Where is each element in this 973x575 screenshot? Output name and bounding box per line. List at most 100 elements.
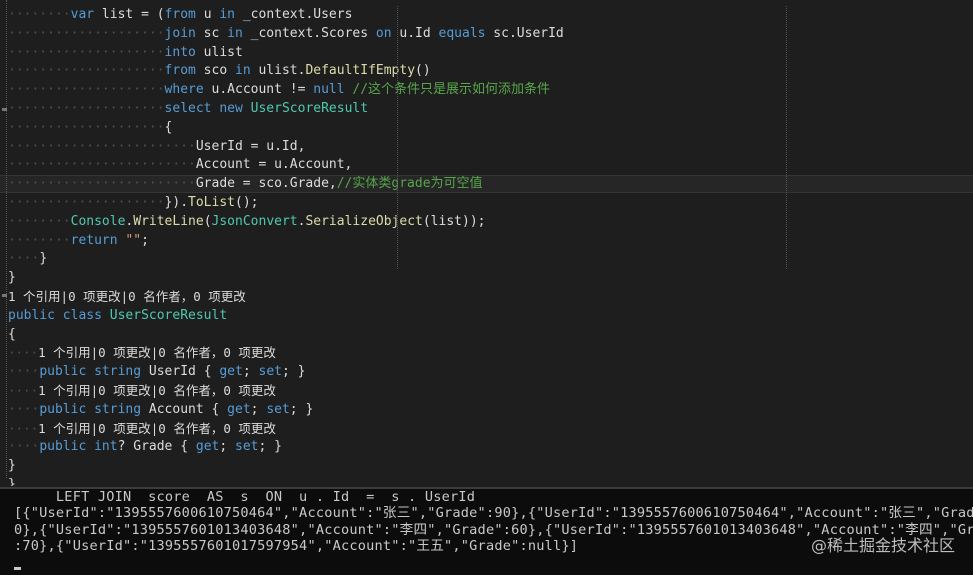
code-token: //这个条件只是展示如何添加条件: [352, 82, 551, 98]
code-token: ulist.: [250, 63, 306, 79]
indent-dots: ····················: [8, 82, 165, 98]
code-token: from: [164, 7, 196, 22]
code-token: }: [8, 477, 16, 486]
code-token: sc.UserId: [485, 25, 564, 41]
code-token: 1 个引用|0 项更改|0 名作者，0 项更改: [38, 345, 276, 361]
code-token: }: [39, 251, 48, 267]
code-token: public: [39, 364, 87, 380]
watermark: @稀土掘金技术社区: [810, 536, 955, 555]
indent-dots: ····················: [8, 25, 165, 41]
code-token: }: [8, 458, 16, 474]
code-token: }: [8, 270, 16, 286]
indent-dots: ····: [8, 364, 40, 380]
code-token: UserScoreResult: [250, 101, 369, 116]
code-token: UserScoreResult: [109, 307, 228, 323]
code-token: Grade = sco.Grade,: [195, 176, 337, 192]
code-line: ····················join sc in _context.…: [0, 25, 973, 43]
code-line: ····················from sco in ulist.De…: [0, 62, 973, 80]
code-token: u.Id: [391, 25, 439, 41]
code-line: ····public string UserId { get; set; }: [0, 363, 973, 381]
codelens-info[interactable]: ····1 个引用|0 项更改|0 名作者，0 项更改: [0, 382, 973, 400]
code-token: get: [227, 401, 251, 417]
code-token: ToList: [188, 195, 235, 210]
code-token: Account {: [141, 401, 228, 417]
code-token: ? Grade {: [117, 439, 196, 455]
indent-dots: ························: [8, 176, 196, 192]
code-token: get: [219, 364, 243, 380]
code-token: 1 个引用|0 项更改|0 名作者，0 项更改: [8, 289, 246, 304]
code-line: ····················into ulist: [0, 44, 973, 62]
console-cursor: [14, 567, 21, 570]
code-token: JsonConvert: [211, 213, 298, 229]
code-token: get: [195, 439, 220, 455]
code-token: "": [125, 232, 142, 248]
indent-guide: [397, 6, 399, 270]
code-token: public: [39, 401, 87, 417]
indent-dots: ········: [8, 7, 71, 22]
indent-dots: ····: [8, 345, 39, 361]
indent-dots: ····················: [8, 101, 165, 116]
code-token: on: [375, 25, 392, 41]
console-line: :70},{"UserId":"1395557601017597954","Ac…: [14, 538, 579, 554]
code-token: public: [8, 307, 55, 323]
code-token: _context.Scores: [242, 25, 376, 41]
collapse-marker-icon[interactable]: [2, 294, 7, 297]
code-line: ········var list = (from u in _context.U…: [0, 6, 973, 24]
code-token: }).: [164, 195, 189, 210]
indent-dots: ····: [8, 401, 40, 417]
code-token: u: [195, 7, 220, 22]
codelens-info[interactable]: ····1 个引用|0 项更改|0 名作者，0 项更改: [0, 420, 973, 438]
code-token: set: [258, 364, 282, 380]
code-token: from: [164, 63, 196, 79]
code-line: ····················select new UserScore…: [0, 100, 973, 118]
code-token: 1 个引用|0 项更改|0 名作者，0 项更改: [38, 383, 276, 398]
code-line: ····public string Account { get; set; }: [0, 401, 973, 419]
code-line: ························UserId = u.Id,: [0, 138, 973, 156]
code-token: in: [235, 63, 251, 79]
code-token: sco: [195, 63, 235, 79]
code-line: }: [0, 476, 973, 486]
code-token: string: [94, 401, 142, 417]
code-token: ;: [219, 439, 236, 455]
indent-dots: ····: [8, 383, 39, 398]
code-token: select: [164, 101, 212, 116]
code-line: ········Console.WriteLine(JsonConvert.Se…: [0, 213, 973, 231]
codelens-info[interactable]: ····1 个引用|0 项更改|0 名作者，0 项更改: [0, 344, 973, 362]
code-token: (: [203, 213, 212, 229]
code-token: return: [70, 232, 118, 248]
code-token: u.Account !=: [203, 82, 314, 98]
code-token: ; }: [281, 364, 306, 380]
code-token: ; }: [289, 401, 314, 417]
console-output-window[interactable]: LEFT JOIN score AS s ON u . Id = s . Use…: [0, 487, 973, 575]
code-editor[interactable]: ········var list = (from u in _context.U…: [0, 0, 973, 486]
code-token: public: [39, 439, 87, 455]
code-line: ························Grade = sco.Grad…: [0, 175, 973, 194]
code-token: ; }: [258, 439, 282, 455]
code-token: {: [164, 119, 173, 135]
indent-dots: ························: [8, 138, 196, 154]
code-line: public class UserScoreResult: [0, 307, 973, 325]
code-line: ····················where u.Account != n…: [0, 81, 973, 99]
code-token: (): [415, 63, 431, 79]
code-token: sc: [195, 25, 228, 41]
indent-dots: ····: [8, 439, 40, 455]
indent-dots: ························: [8, 157, 196, 173]
code-line: ····}: [0, 250, 973, 268]
indent-dots: ····················: [8, 119, 165, 135]
collapse-marker-icon[interactable]: [2, 108, 7, 111]
indent-guide: [786, 6, 788, 270]
console-line: [{"UserId":"1395557600610750464","Accoun…: [14, 505, 973, 521]
codelens-info[interactable]: 1 个引用|0 项更改|0 名作者，0 项更改: [0, 288, 973, 306]
indent-dots: ····: [8, 420, 39, 436]
code-line: ····public int? Grade { get; set; }: [0, 438, 973, 456]
code-token: set: [266, 401, 290, 417]
indent-dots: ········: [8, 213, 71, 229]
console-left-edge: [0, 489, 12, 575]
indent-dots: ····················: [8, 195, 165, 210]
code-token: equals: [438, 25, 486, 41]
code-token: join: [164, 25, 196, 41]
